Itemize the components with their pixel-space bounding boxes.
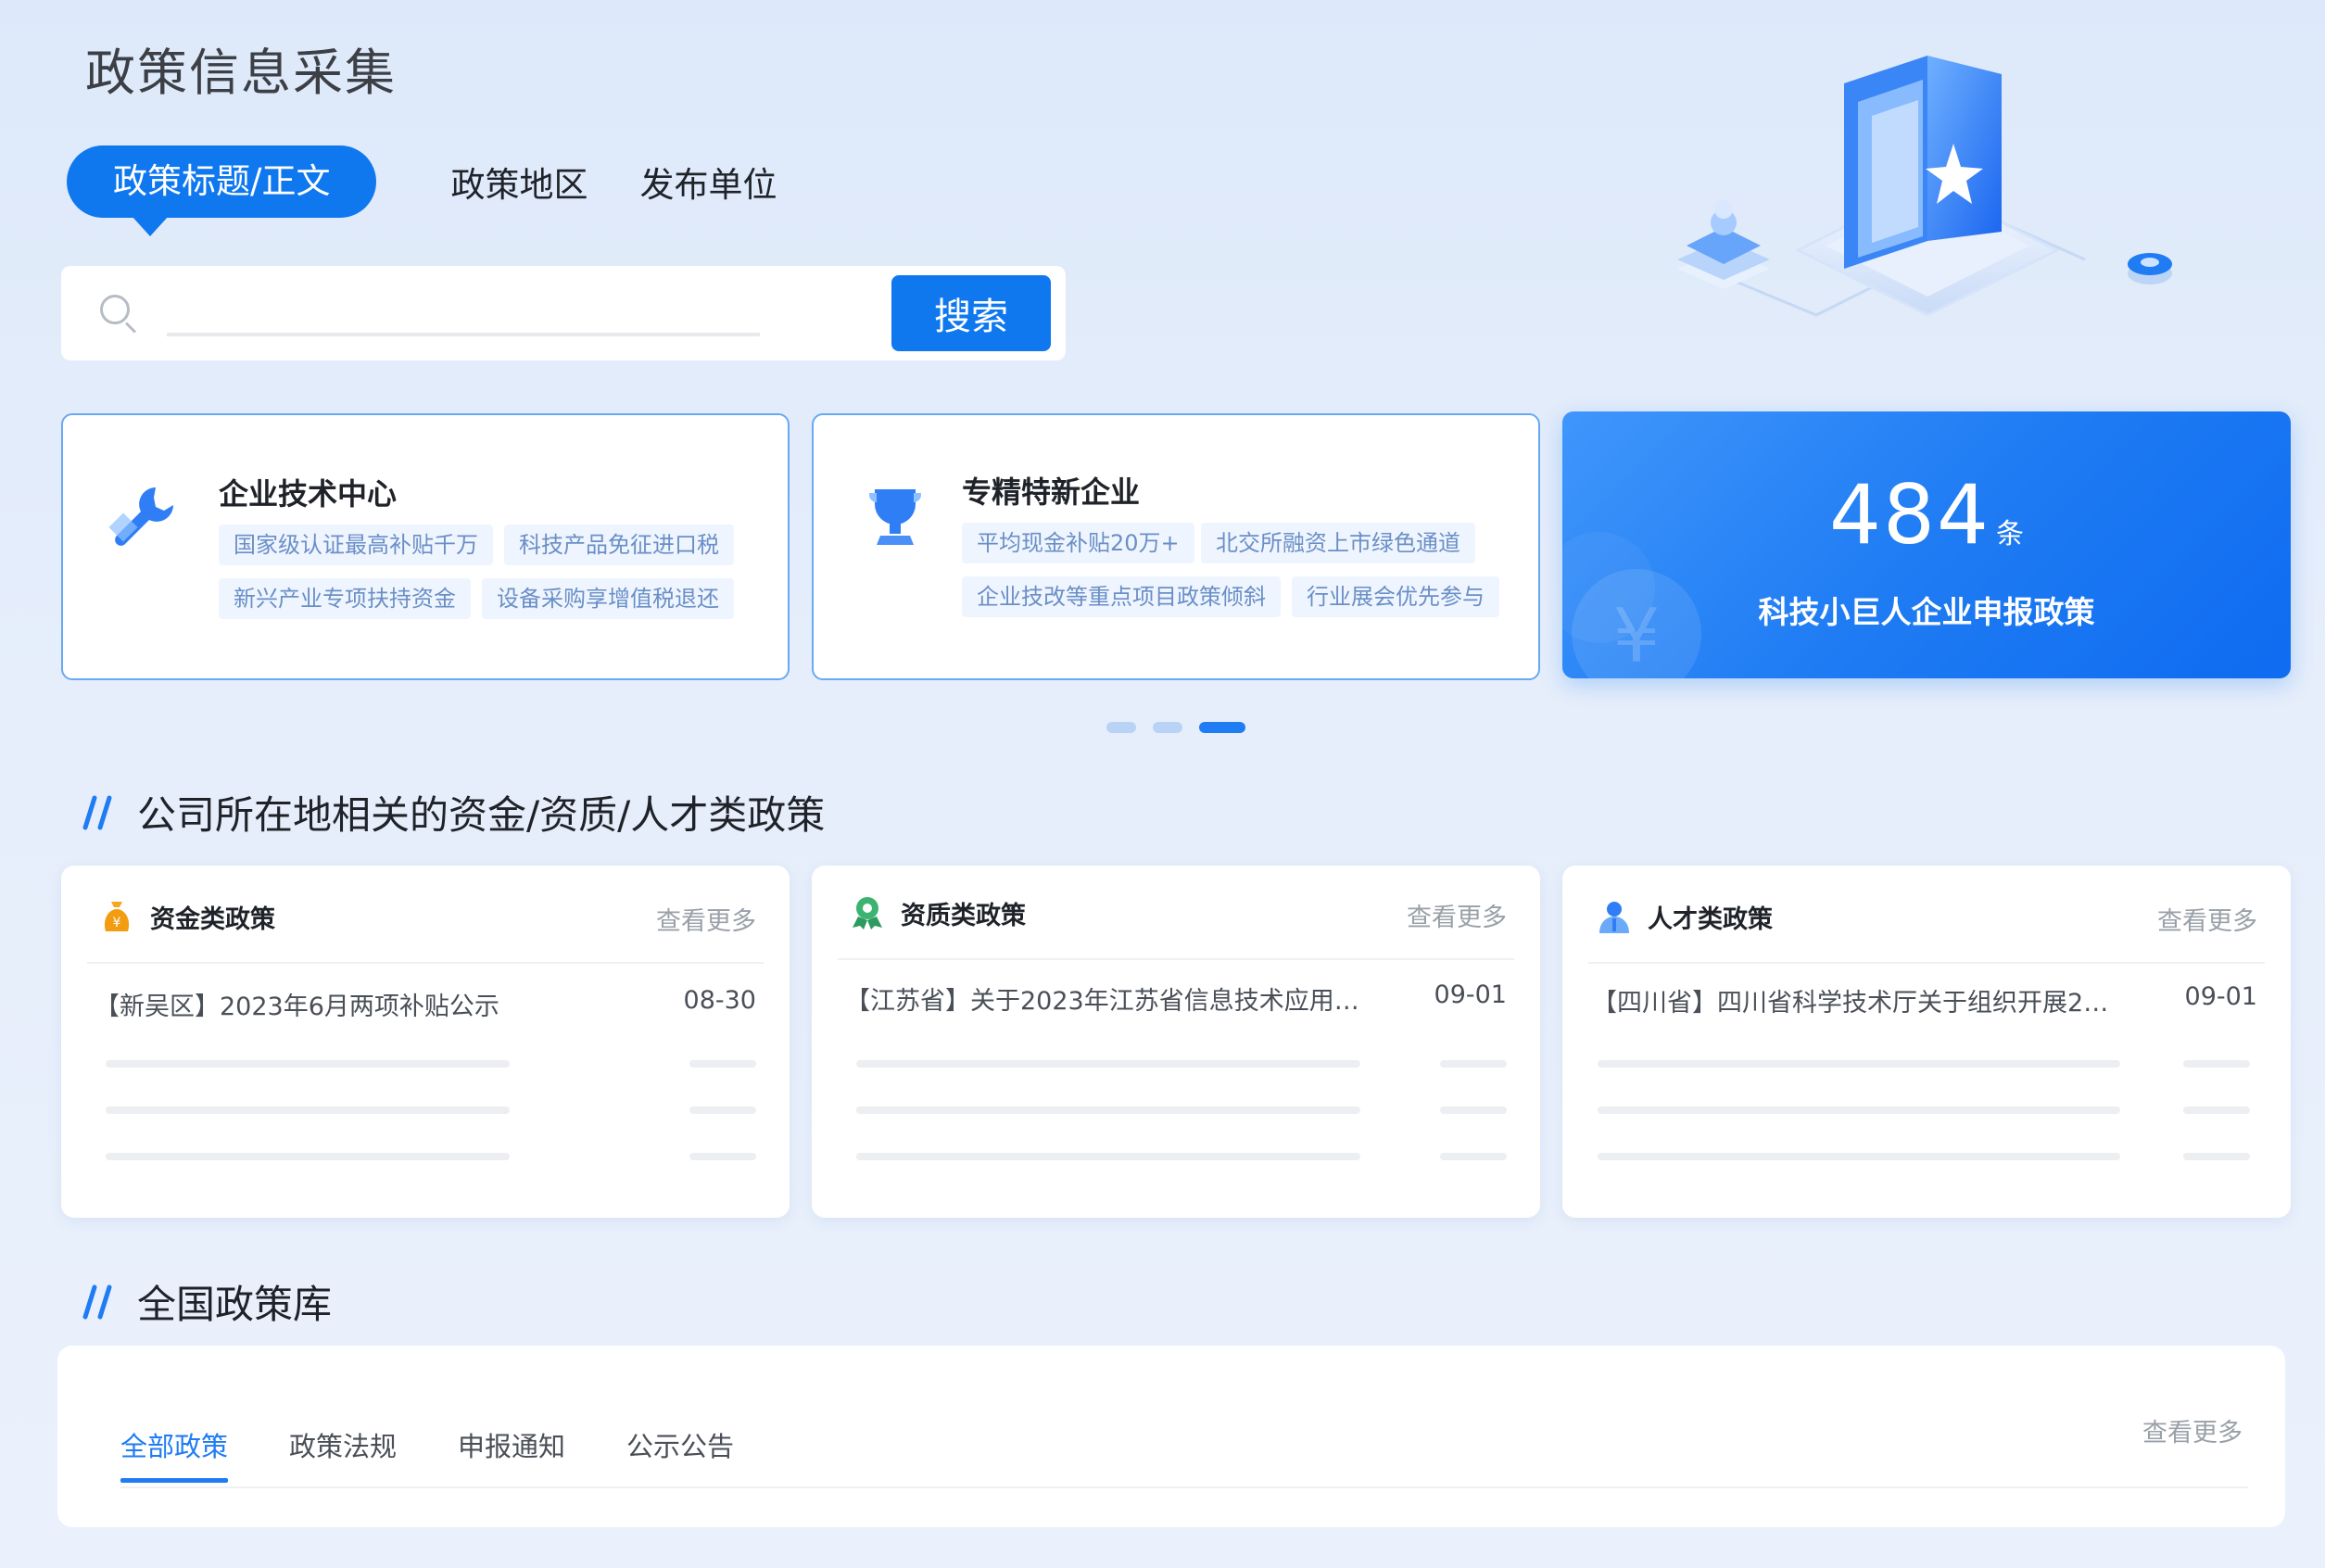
search-input[interactable] <box>167 290 760 336</box>
search-tab-publisher[interactable]: 发布单位 <box>639 157 777 207</box>
feature-tag: 科技产品免征进口税 <box>504 525 734 565</box>
placeholder-line <box>1598 1060 2120 1068</box>
search-box: 搜索 <box>61 266 1066 360</box>
search-tab-title[interactable]: 政策标题/正文 <box>67 145 377 236</box>
placeholder-line <box>689 1106 756 1114</box>
placeholder-line <box>856 1153 1360 1160</box>
placeholder-line <box>689 1153 756 1160</box>
carousel-dot[interactable] <box>1106 722 1136 733</box>
feature-tag: 国家级认证最高补贴千万 <box>219 525 493 565</box>
placeholder-line <box>1440 1106 1507 1114</box>
document-illustration-icon <box>1677 56 2172 317</box>
carousel-dot[interactable] <box>1153 722 1182 733</box>
wrench-icon <box>108 487 173 546</box>
feature-card-specialized[interactable]: 专精特新企业 平均现金补贴20万+ 北交所融资上市绿色通道 企业技改等重点项目政… <box>812 413 1540 680</box>
policy-item-title: 【新吴区】2023年6月两项补贴公示 <box>95 993 499 1021</box>
feature-tag: 北交所融资上市绿色通道 <box>1201 523 1475 563</box>
placeholder-line <box>2183 1153 2250 1160</box>
section-heading-national: 全国政策库 <box>82 1273 332 1330</box>
placeholder-line <box>2183 1106 2250 1114</box>
tab-application-notices[interactable]: 申报通知 <box>458 1425 565 1483</box>
policy-card-talent: 人才类政策 查看更多 【四川省】四川省科学技术厅关于组织开展2023年度项目申报… <box>1562 866 2291 1218</box>
search-icon <box>100 295 137 334</box>
highlight-card[interactable]: ¥ 484 条 科技小巨人企业申报政策 <box>1562 411 2291 678</box>
tab-all-policies[interactable]: 全部政策 <box>120 1425 229 1483</box>
policy-library: 全部政策 政策法规 申报通知 公示公告 查看更多 <box>57 1346 2285 1527</box>
policy-item[interactable]: 【江苏省】关于2023年江苏省信息技术应用创新项目的通知 09-01 <box>845 980 1507 1017</box>
policy-item[interactable]: 【新吴区】2023年6月两项补贴公示 08-30 <box>95 986 756 1022</box>
tab-regulations[interactable]: 政策法规 <box>289 1425 397 1483</box>
highlight-unit: 条 <box>1995 518 2024 550</box>
policy-item[interactable]: 【四川省】四川省科学技术厅关于组织开展2023年度项目申报的通知 09-01 <box>1592 982 2257 1018</box>
placeholder-line <box>856 1106 1360 1114</box>
feature-tag: 平均现金补贴20万+ <box>962 523 1194 563</box>
placeholder-line <box>106 1060 510 1068</box>
money-bag-icon: ¥ <box>104 902 130 931</box>
placeholder-line <box>689 1060 756 1068</box>
policy-card-qualification: 资质类政策 查看更多 【江苏省】关于2023年江苏省信息技术应用创新项目的通知 … <box>812 866 1540 1218</box>
double-slash-icon <box>82 1284 112 1319</box>
library-tabs: 全部政策 政策法规 申报通知 公示公告 <box>120 1425 795 1483</box>
policy-item-date: 09-01 <box>2184 982 2257 1011</box>
page-title: 政策信息采集 <box>85 44 397 102</box>
tab-announcements[interactable]: 公示公告 <box>626 1425 734 1483</box>
policy-card-title: 资质类政策 <box>901 901 1026 930</box>
search-tab-region[interactable]: 政策地区 <box>450 157 588 207</box>
trophy-icon <box>869 489 921 545</box>
placeholder-line <box>106 1153 510 1160</box>
policy-card-title: 资金类政策 <box>150 904 275 934</box>
highlight-label: 科技小巨人企业申报政策 <box>1758 594 2095 630</box>
placeholder-line <box>1598 1106 2120 1114</box>
svg-text:¥: ¥ <box>113 916 121 930</box>
placeholder-line <box>1440 1153 1507 1160</box>
section-title: 全国政策库 <box>137 1282 333 1327</box>
feature-title: 专精特新企业 <box>962 474 1141 510</box>
view-more-link[interactable]: 查看更多 <box>2142 1412 2243 1448</box>
search-tabs: 政策标题/正文 政策地区 发布单位 <box>67 145 828 236</box>
carousel-dot-active[interactable] <box>1199 722 1245 733</box>
search-button[interactable]: 搜索 <box>891 275 1051 351</box>
placeholder-line <box>2183 1060 2250 1068</box>
highlight-count: 484 <box>1829 467 1990 563</box>
policy-item-title: 【四川省】四川省科学技术厅关于组织开展2023年度项目申报的通知 <box>1592 989 2120 1018</box>
feature-title: 企业技术中心 <box>219 476 398 512</box>
policy-item-title: 【江苏省】关于2023年江苏省信息技术应用创新项目的通知 <box>845 987 1373 1016</box>
placeholder-line <box>856 1060 1360 1068</box>
view-more-link[interactable]: 查看更多 <box>2157 901 2257 937</box>
policy-card-title: 人才类政策 <box>1648 904 1773 934</box>
view-more-link[interactable]: 查看更多 <box>1407 897 1507 933</box>
feature-tag: 行业展会优先参与 <box>1292 576 1499 617</box>
carousel-dots <box>1106 722 1245 733</box>
person-icon <box>1599 902 1629 933</box>
placeholder-line <box>106 1106 510 1114</box>
policy-item-date: 09-01 <box>1434 980 1507 1009</box>
award-ribbon-icon <box>853 897 882 929</box>
section-heading-local: 公司所在地相关的资金/资质/人才类政策 <box>82 784 825 841</box>
feature-tag: 设备采购享增值税退还 <box>482 578 734 619</box>
feature-tag: 新兴产业专项扶持资金 <box>219 578 471 619</box>
feature-tag: 企业技改等重点项目政策倾斜 <box>962 576 1281 617</box>
placeholder-line <box>1440 1060 1507 1068</box>
double-slash-icon <box>82 795 112 829</box>
feature-card-tech-center[interactable]: 企业技术中心 国家级认证最高补贴千万 科技产品免征进口税 新兴产业专项扶持资金 … <box>61 413 790 680</box>
placeholder-line <box>1598 1153 2120 1160</box>
policy-card-funding: ¥ 资金类政策 查看更多 【新吴区】2023年6月两项补贴公示 08-30 <box>61 866 790 1218</box>
section-title: 公司所在地相关的资金/资质/人才类政策 <box>137 792 826 838</box>
policy-item-date: 08-30 <box>683 986 756 1015</box>
view-more-link[interactable]: 查看更多 <box>656 901 756 937</box>
